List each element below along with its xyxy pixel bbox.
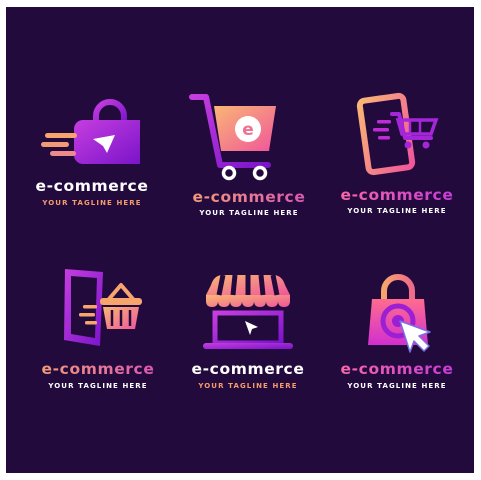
brand-name: e-commerce [35, 177, 149, 195]
brand-name: e-commerce [191, 360, 305, 378]
tagline: YOUR TAGLINE HERE [347, 382, 447, 390]
tagline: YOUR TAGLINE HERE [199, 209, 299, 217]
brand-name: e-commerce [322, 186, 472, 204]
tagline: YOUR TAGLINE HERE [347, 207, 447, 215]
svg-text:e: e [242, 120, 254, 140]
tagline: YOUR TAGLINE HERE [48, 382, 148, 390]
logo-4: e-commerce YOUR TAGLINE HERE [23, 263, 173, 453]
logo-2: e e-commerce YOUR TAGLINE HERE [174, 92, 324, 282]
tagline: YOUR TAGLINE HERE [42, 199, 142, 207]
phone-basket-icon [64, 269, 142, 346]
brand-name: e-commerce [174, 188, 324, 206]
brand-name: e-commerce [322, 360, 472, 378]
logo-collection-canvas: e-commerce YOUR TAGLINE HERE e e-commerc… [6, 7, 474, 473]
logo-1: e-commerce YOUR TAGLINE HERE [17, 90, 167, 280]
storefront-laptop-icon [203, 274, 293, 349]
logo-3: e-commerce YOUR TAGLINE HERE [322, 92, 472, 282]
bag-target-cursor-icon [368, 274, 431, 353]
brand-name: e-commerce [23, 360, 173, 378]
logo-5: e-commerce YOUR TAGLINE HERE [173, 265, 323, 455]
shopping-cart-letter-e-icon: e [189, 94, 276, 181]
logo-6: e-commerce YOUR TAGLINE HERE [322, 263, 472, 453]
tagline: YOUR TAGLINE HERE [198, 382, 298, 390]
